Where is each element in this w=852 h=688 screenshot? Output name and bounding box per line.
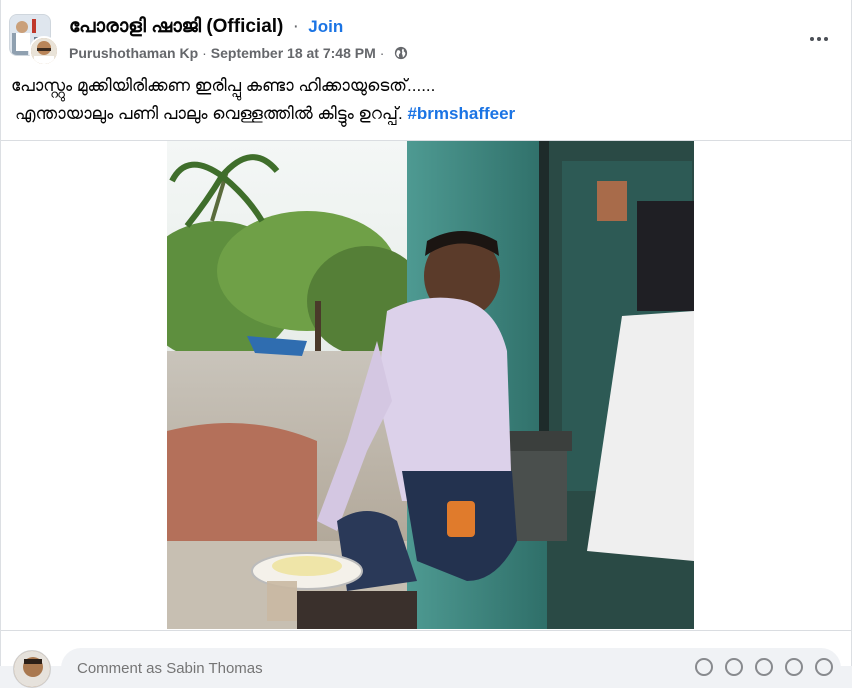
- meta-separator: ·: [202, 45, 207, 61]
- globe-icon[interactable]: [394, 46, 408, 60]
- avatar-stack: [9, 14, 59, 66]
- viewer-avatar-image: [14, 651, 50, 687]
- post-photo[interactable]: [167, 141, 694, 629]
- group-title-line: പോരാളി ഷാജി (Official) · Join: [69, 16, 343, 38]
- author-name-link[interactable]: Purushothaman Kp: [69, 45, 198, 61]
- post-text-line-2: എന്തായാലും പണി പാലും വെള്ളത്തിൽ കിട്ടും …: [11, 100, 831, 128]
- post-message: പോസ്റ്റും മുക്കിയിരിക്കണ ഇരിപ്പു കണ്ടാ ഹ…: [11, 72, 831, 128]
- more-options-button[interactable]: [801, 28, 837, 50]
- viewer-avatar[interactable]: [13, 650, 51, 688]
- camera-icon[interactable]: [755, 658, 773, 676]
- author-avatar-image: [31, 38, 57, 64]
- sticker-icon[interactable]: [815, 658, 833, 676]
- post-card: പോരാളി ഷാജി (Official) · Join Purushotha…: [0, 0, 852, 688]
- avatar-sticker-icon[interactable]: [695, 658, 713, 676]
- post-text-line-1: പോസ്റ്റും മുക്കിയിരിക്കണ ഇരിപ്പു കണ്ടാ ഹ…: [11, 76, 436, 95]
- more-dot-icon: [810, 37, 814, 41]
- join-button[interactable]: Join: [308, 17, 343, 36]
- divider: [1, 630, 851, 631]
- group-name-link[interactable]: പോരാളി ഷാജി: [69, 16, 201, 37]
- more-dot-icon: [817, 37, 821, 41]
- post-header: പോരാളി ഷാജി (Official) · Join Purushotha…: [9, 14, 851, 68]
- author-avatar[interactable]: [29, 36, 59, 66]
- post-timestamp-link[interactable]: September 18 at 7:48 PM: [211, 45, 376, 61]
- hashtag-link[interactable]: #brmshaffeer: [407, 104, 515, 123]
- gif-icon[interactable]: [785, 658, 803, 676]
- official-label[interactable]: (Official): [206, 16, 283, 37]
- post-photo-image: [167, 141, 694, 629]
- comment-composer: [1, 638, 851, 688]
- meta-separator-2: ·: [379, 45, 385, 61]
- more-dot-icon: [824, 37, 828, 41]
- comment-tools: [695, 658, 833, 676]
- post-text-body: എന്തായാലും പണി പാലും വെള്ളത്തിൽ കിട്ടും …: [15, 104, 403, 123]
- post-meta: Purushothaman Kp · September 18 at 7:48 …: [69, 45, 408, 61]
- title-separator: ·: [292, 16, 299, 37]
- emoji-icon[interactable]: [725, 658, 743, 676]
